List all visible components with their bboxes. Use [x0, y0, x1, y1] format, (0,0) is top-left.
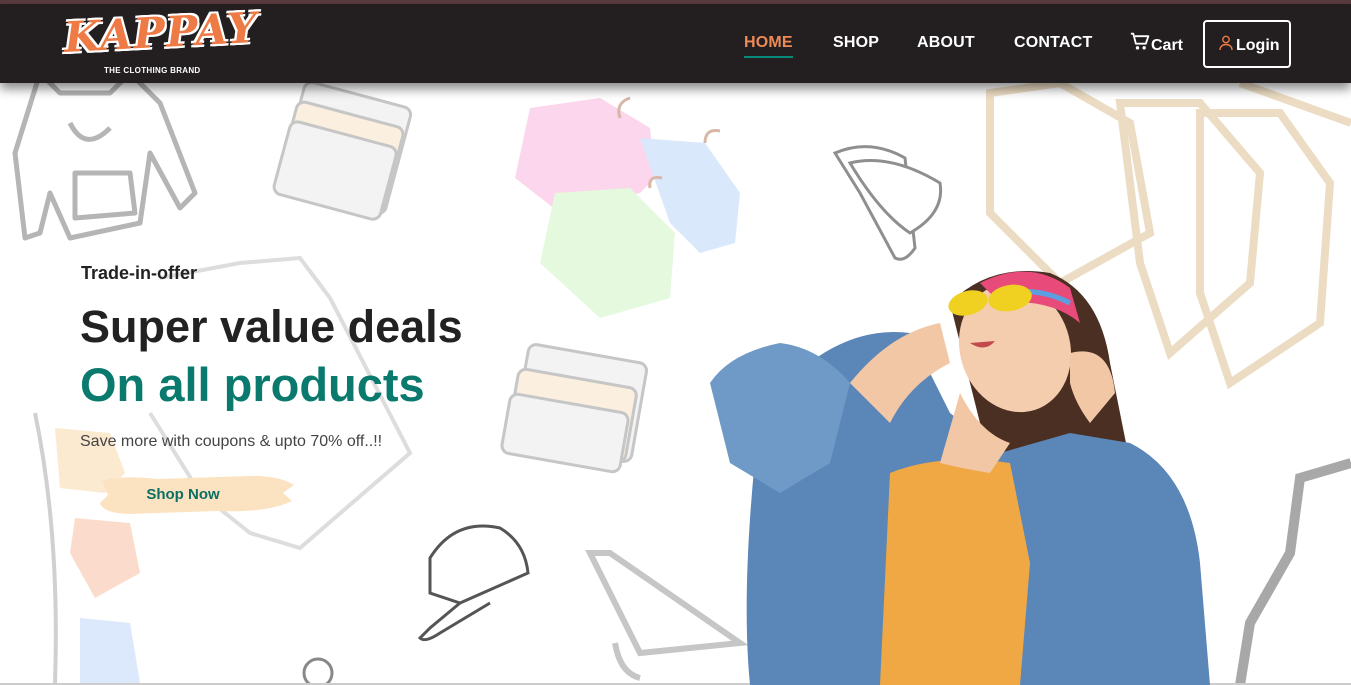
nav-about[interactable]: ABOUT	[917, 34, 975, 52]
shop-now-button[interactable]: Shop Now	[98, 473, 294, 517]
site-header: KAPPAY THE CLOTHING BRAND HOME SHOP ABOU…	[0, 3, 1351, 83]
hanging-clothes-doodle-icon	[33, 412, 140, 684]
nav-contact[interactable]: CONTACT	[1014, 34, 1092, 52]
brand-logo[interactable]: KAPPAY THE CLOTHING BRAND	[63, 3, 259, 76]
hero-headline: Super value deals	[80, 301, 463, 352]
shopping-cart-icon	[1130, 32, 1150, 50]
nav-home[interactable]: HOME	[744, 34, 793, 52]
brand-logo-wordmark: KAPPAY	[62, 2, 260, 63]
cart-label: Cart	[1151, 37, 1184, 54]
hero-eyebrow: Trade-in-offer	[81, 263, 198, 283]
hoodie-doodle-icon	[12, 83, 198, 241]
hero-subheadline: On all products	[80, 358, 425, 411]
shop-now-label: Shop Now	[146, 486, 220, 503]
login-button[interactable]: Login	[1203, 20, 1291, 68]
user-icon	[1219, 35, 1233, 51]
hero-blurb: Save more with coupons & upto 70% off..!…	[80, 433, 383, 450]
jacket-outline-doodle-icon	[1235, 458, 1351, 685]
brand-tagline: THE CLOTHING BRAND	[104, 66, 201, 75]
login-label: Login	[1236, 37, 1280, 54]
hat-doodle-icon	[832, 145, 943, 261]
cap-doodle-icon	[417, 524, 530, 642]
folded-shirts-doodle-icon	[272, 83, 413, 221]
hero-banner: Trade-in-offer Super value deals On all …	[0, 83, 1351, 685]
ring-doodle-icon	[302, 657, 334, 685]
nav-home-active-underline	[744, 56, 793, 58]
nav-shop[interactable]: SHOP	[833, 34, 879, 52]
model-photo	[710, 271, 1210, 685]
folded-shirts-doodle-icon	[500, 343, 649, 474]
